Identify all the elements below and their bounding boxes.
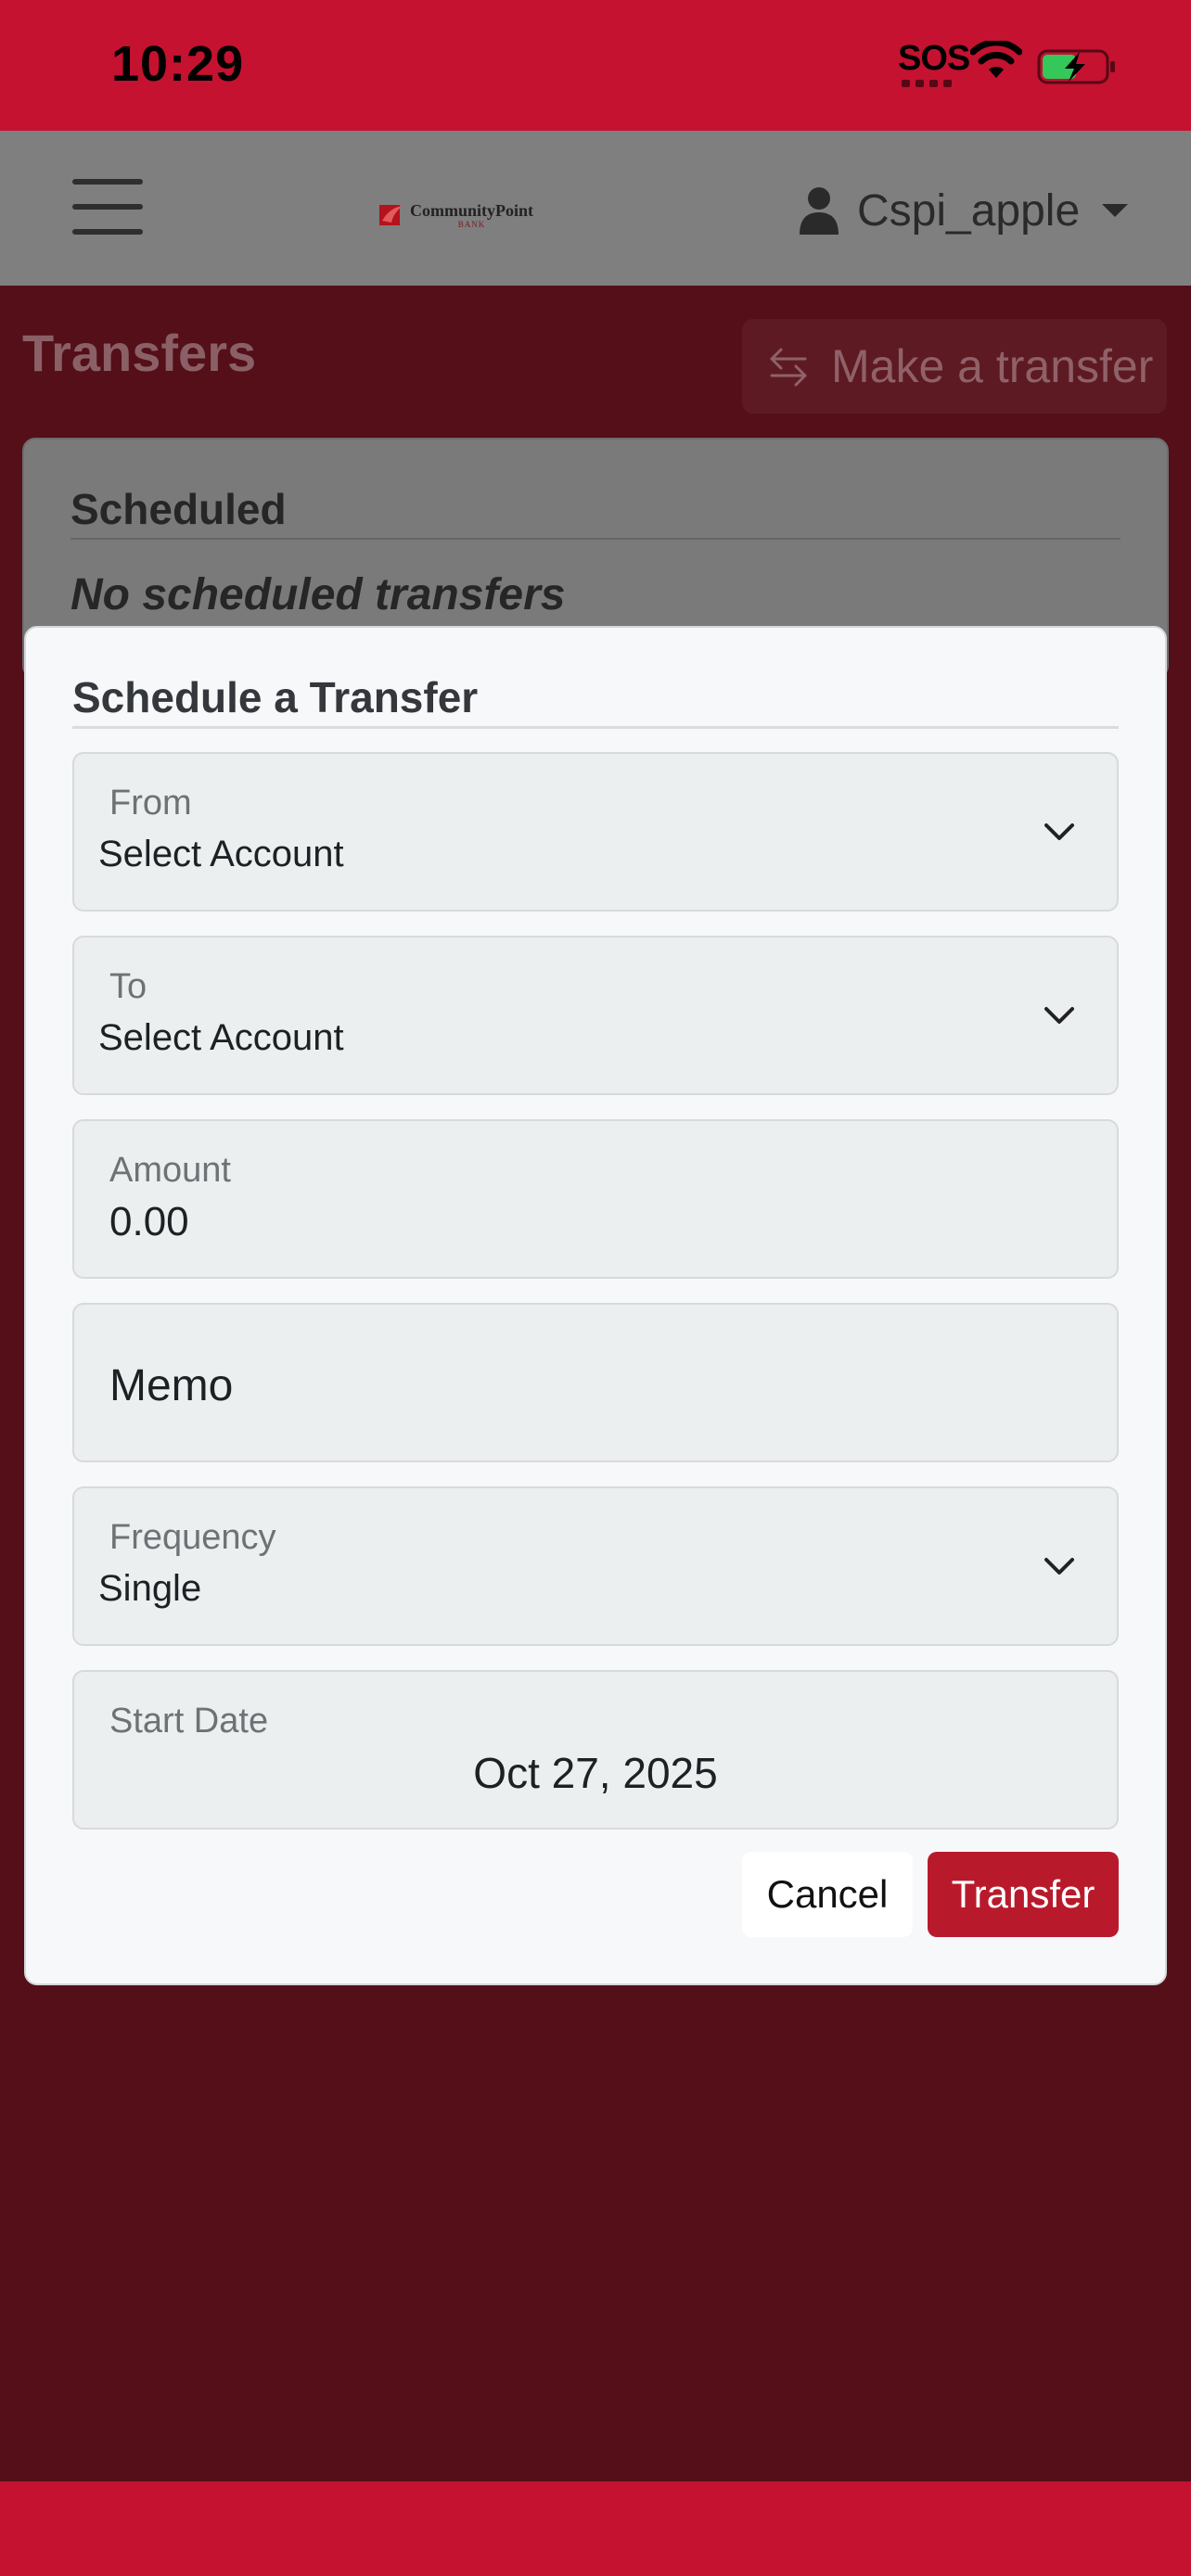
chevron-down-icon: [1044, 823, 1074, 840]
cancel-button[interactable]: Cancel: [742, 1852, 913, 1937]
amount-field[interactable]: Amount 0.00: [72, 1119, 1119, 1279]
bottom-bar: [0, 2481, 1191, 2576]
signal-dots-icon: [902, 80, 957, 87]
chevron-down-icon: [1044, 1558, 1074, 1575]
schedule-transfer-modal: Schedule a Transfer From Select Account …: [24, 626, 1167, 1985]
user-menu[interactable]: Cspi_apple: [798, 183, 1129, 238]
from-account-select[interactable]: From Select Account: [72, 752, 1119, 912]
hamburger-menu-icon[interactable]: [72, 179, 143, 235]
status-time: 10:29: [111, 36, 245, 92]
scheduled-title: Scheduled: [70, 485, 287, 533]
empty-message: No scheduled transfers: [70, 570, 566, 619]
start-date-field[interactable]: Start Date Oct 27, 2025: [72, 1670, 1119, 1830]
to-value: Select Account: [98, 1017, 344, 1058]
amount-value: 0.00: [109, 1199, 189, 1244]
logo-mark-icon: [379, 205, 403, 225]
make-transfer-label: Make a transfer: [831, 340, 1154, 392]
username: Cspi_apple: [857, 185, 1081, 236]
swap-arrows-icon: [770, 348, 807, 387]
frequency-select[interactable]: Frequency Single: [72, 1486, 1119, 1646]
to-label: To: [109, 967, 147, 1006]
start-date-value: Oct 27, 2025: [473, 1749, 718, 1797]
start-date-label: Start Date: [109, 1702, 269, 1741]
wifi-icon: [970, 41, 1022, 78]
frequency-value: Single: [98, 1568, 202, 1609]
to-account-select[interactable]: To Select Account: [72, 936, 1119, 1095]
modal-title: Schedule a Transfer: [72, 673, 479, 721]
make-transfer-button[interactable]: Make a transfer: [742, 319, 1167, 414]
user-icon: [800, 187, 839, 235]
status-bar: 10:29 SOS: [0, 0, 1191, 131]
sos-indicator: SOS: [898, 39, 970, 78]
battery-charging-icon: [1037, 49, 1115, 84]
divider: [72, 726, 1119, 729]
frequency-label: Frequency: [109, 1518, 276, 1557]
caret-down-icon: [1102, 204, 1129, 217]
chevron-down-icon: [1044, 1007, 1074, 1024]
logo-name: CommunityPoint: [410, 200, 534, 220]
memo-placeholder: Memo: [109, 1361, 234, 1410]
page-title: Transfers: [22, 324, 257, 382]
amount-label: Amount: [109, 1151, 231, 1190]
bank-logo[interactable]: CommunityPoint BANK: [378, 199, 533, 231]
from-value: Select Account: [98, 834, 344, 874]
logo-sub: BANK: [457, 219, 486, 229]
from-label: From: [109, 784, 192, 823]
top-navbar: CommunityPoint BANK Cspi_apple: [0, 131, 1191, 286]
divider: [70, 538, 1121, 540]
transfer-button[interactable]: Transfer: [928, 1852, 1119, 1937]
memo-field[interactable]: Memo: [72, 1303, 1119, 1462]
